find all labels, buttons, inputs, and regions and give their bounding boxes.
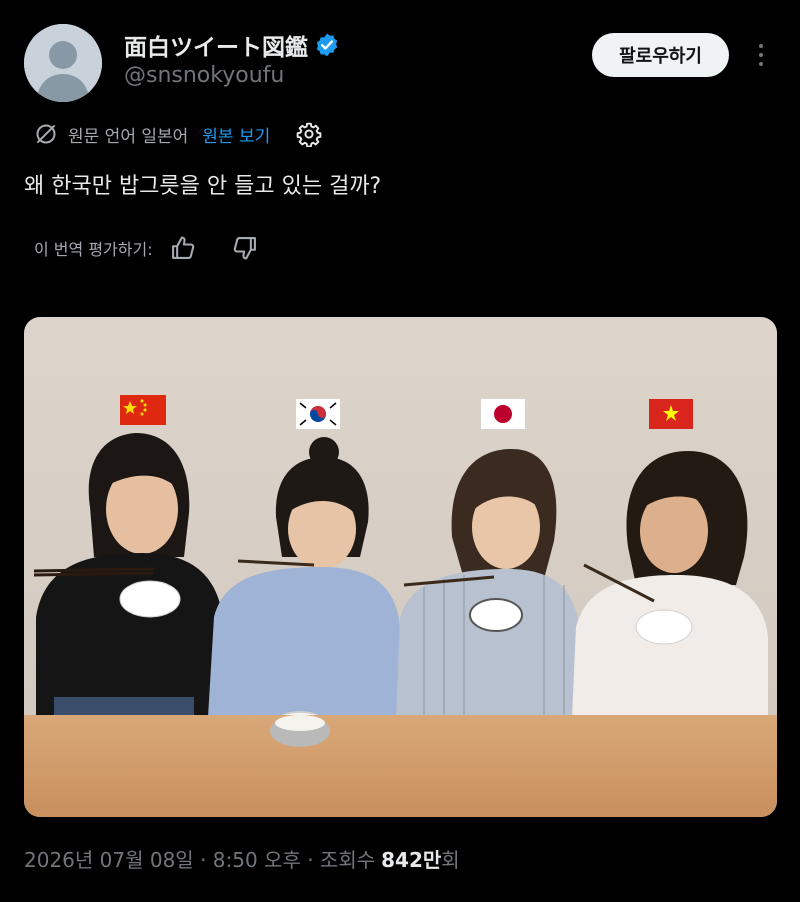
view-count-suffix: 회 <box>441 848 460 872</box>
more-dot <box>759 44 763 48</box>
gear-icon[interactable] <box>296 121 322 147</box>
author-name-row: 面白ツイート図鑑 <box>124 28 340 62</box>
view-count-unit: 만 <box>422 848 442 872</box>
display-name[interactable]: 面白ツイート図鑑 <box>124 28 308 62</box>
translation-source-language: 원문 언어 일본어 <box>68 126 189 147</box>
view-count: 842 <box>381 848 423 872</box>
author-handle[interactable]: @snsnokyoufu <box>124 63 284 88</box>
more-options-icon[interactable] <box>750 38 772 72</box>
tweet-meta: 2026년 07월 08일 · 8:50 오후 · 조회수 842 만 회 <box>24 844 460 873</box>
rate-translation-label: 이 번역 평가하기: <box>34 240 153 259</box>
japan-flag <box>481 399 525 429</box>
translation-info-row: 원문 언어 일본어 원본 보기 <box>34 118 322 150</box>
china-flag <box>120 395 166 425</box>
thumbs-down-icon[interactable] <box>231 234 259 262</box>
follow-button[interactable]: 팔로우하기 <box>592 33 729 77</box>
vietnam-flag <box>649 399 693 429</box>
tweet-timestamp[interactable]: 2026년 07월 08일 · 8:50 오후 · 조회수 <box>24 844 375 873</box>
more-dot <box>759 62 763 66</box>
verified-badge-icon <box>316 33 338 57</box>
tweet-media-image[interactable] <box>24 317 777 817</box>
show-original-link[interactable]: 원본 보기 <box>202 122 270 147</box>
photo-four-women-eating-rice <box>24 317 777 817</box>
avatar[interactable] <box>24 24 102 102</box>
tweet-text: 왜 한국만 밥그릇을 안 들고 있는 걸까? <box>24 174 382 199</box>
thumbs-up-icon[interactable] <box>169 234 197 262</box>
more-dot <box>759 53 763 57</box>
south-korea-flag <box>296 399 340 429</box>
wooden-table <box>24 715 777 817</box>
rate-translation-row: 이 번역 평가하기: <box>34 232 259 264</box>
default-avatar-icon <box>24 24 102 102</box>
translation-icon <box>36 124 56 144</box>
